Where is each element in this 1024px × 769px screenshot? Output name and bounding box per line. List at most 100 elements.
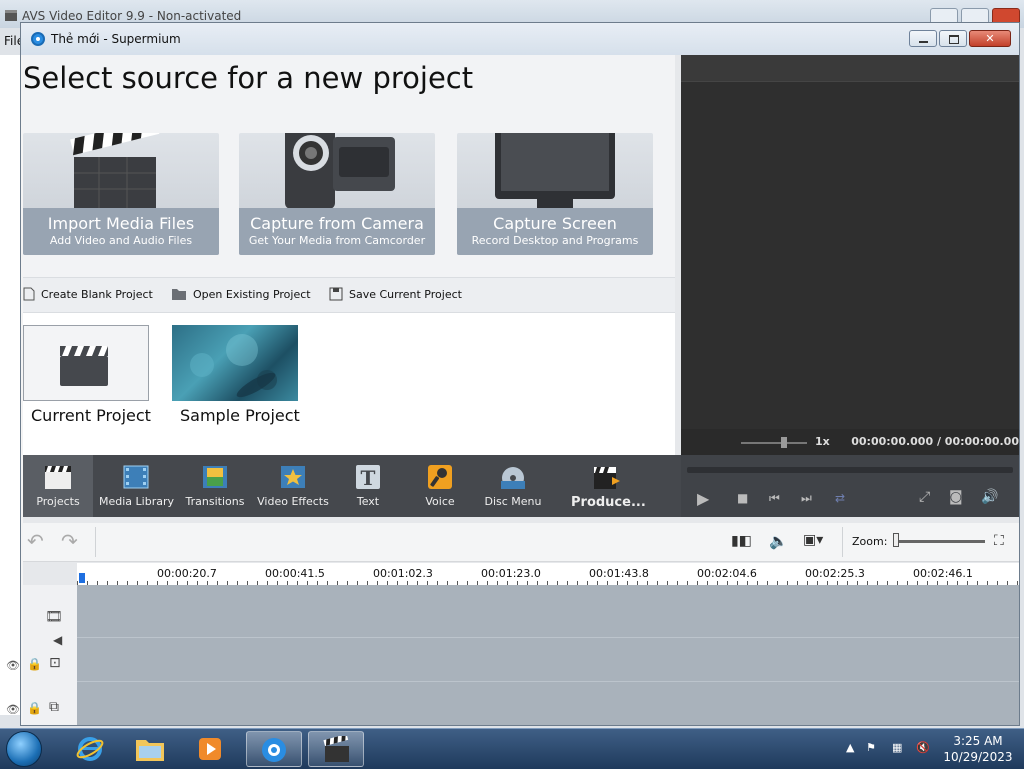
volume-muted-icon[interactable]: 🔇	[916, 741, 930, 754]
current-project-label[interactable]: Current Project	[31, 406, 151, 425]
play-icon[interactable]: ▶	[697, 489, 709, 508]
timeline-playhead[interactable]	[79, 573, 85, 583]
snapshot-camera-icon[interactable]: ◙	[949, 489, 963, 505]
timeline-tracks[interactable]	[77, 585, 1019, 725]
lock-icon[interactable]: 🔒	[27, 657, 42, 671]
browser-caption-buttons: ✕	[909, 30, 1011, 47]
browser-title: Thẻ mới - Supermium	[51, 32, 181, 46]
loop-icon[interactable]: ⇄	[835, 491, 845, 505]
speed-slider[interactable]	[741, 442, 807, 444]
audio-track-icon: ◀	[53, 633, 63, 647]
lock-icon[interactable]: 🔒	[27, 701, 42, 715]
fit-timeline-icon[interactable]: ⛶	[994, 533, 1004, 549]
start-button[interactable]	[6, 731, 42, 767]
capture-camera-card[interactable]: Capture from Camera Get Your Media from …	[239, 133, 435, 255]
stop-icon[interactable]: ■	[737, 491, 748, 505]
track-headers: 🎞 ◀ 🔒 ⊡ 🔒 ⧉	[23, 585, 77, 725]
player-controls: ▶ ■ ⏮ ⏭ ⇄ ⤢ ◙ 🔊	[681, 455, 1019, 517]
file-explorer-icon	[136, 740, 164, 761]
sample-project-label[interactable]: Sample Project	[180, 406, 300, 425]
playback-time: 00:00:00.000 / 00:00:00.00	[851, 435, 1019, 448]
storyboard-view-icon[interactable]: ▣▾	[803, 532, 823, 548]
action-center-icon[interactable]: ⚑	[866, 741, 876, 754]
effects-track-icon: ⊡	[49, 655, 61, 671]
maximize-button[interactable]	[939, 30, 967, 47]
tool-disc-menu[interactable]: Disc Menu	[479, 455, 547, 517]
open-existing-project-button[interactable]: Open Existing Project	[171, 287, 311, 301]
current-project-thumbnail[interactable]	[23, 325, 149, 401]
network-icon[interactable]: ▦	[892, 741, 902, 754]
import-media-card[interactable]: Import Media Files Add Video and Audio F…	[23, 133, 219, 255]
preview-status-bar: 1x 00:00:00.000 / 00:00:00.00	[681, 429, 1019, 455]
project-actions-bar: Create Blank Project Open Existing Proje…	[23, 277, 675, 313]
zoom-slider-thumb[interactable]	[893, 533, 899, 547]
avs-video-editor-icon	[323, 736, 349, 762]
star-effects-icon	[281, 466, 305, 488]
redo-icon[interactable]: ↷	[61, 529, 78, 553]
svg-text:T: T	[361, 466, 376, 490]
overlay-track-icon: ⧉	[49, 699, 59, 715]
playback-seek-bar[interactable]	[687, 467, 1013, 473]
sample-project-thumbnail[interactable]	[172, 325, 298, 401]
eye-icon[interactable]: 👁	[6, 659, 20, 672]
tool-produce[interactable]: Produce...	[571, 455, 646, 517]
tool-voice[interactable]: Voice	[411, 455, 469, 517]
previous-frame-icon[interactable]: ⏮	[769, 491, 780, 506]
taskbar-ie[interactable]	[62, 731, 118, 767]
tool-transitions[interactable]: Transitions	[181, 455, 249, 517]
recent-projects: Current Project Sample Project	[23, 313, 675, 455]
taskbar-avs-editor[interactable]	[308, 731, 364, 767]
eye-icon[interactable]: 👁	[6, 703, 20, 716]
media-player-icon	[199, 738, 221, 760]
taskbar-explorer[interactable]	[122, 731, 178, 767]
card-subtitle: Get Your Media from Camcorder	[248, 234, 426, 247]
supermium-logo-icon	[31, 32, 45, 46]
new-project-panel: Select source for a new project Import M…	[23, 55, 675, 455]
speed-slider-thumb[interactable]	[781, 437, 787, 448]
audio-mixer-icon[interactable]: 🔈	[769, 532, 788, 550]
timeline-toolbar: ↶ ↷ ▮◧ 🔈 ▣▾ Zoom: ⛶	[23, 523, 1019, 562]
tool-text[interactable]: T Text	[339, 455, 397, 517]
video-track-icon: 🎞	[45, 609, 63, 625]
volume-icon[interactable]: 🔊	[981, 489, 998, 505]
internet-explorer-icon	[76, 737, 104, 761]
underwater-scene-image	[190, 334, 277, 398]
produce-clapper-icon	[594, 467, 620, 489]
preview-pane: 1x 00:00:00.000 / 00:00:00.00	[681, 55, 1019, 455]
card-subtitle: Add Video and Audio Files	[49, 234, 193, 247]
text-icon: T	[356, 465, 380, 490]
card-title: Capture Screen	[493, 214, 617, 233]
capture-screen-card[interactable]: Capture Screen Record Desktop and Progra…	[457, 133, 653, 255]
clock-date: 10/29/2023	[943, 750, 1013, 764]
page-title: Select source for a new project	[23, 61, 474, 95]
timeline-ruler[interactable]: 00:00:20.7 00:00:41.5 00:01:02.3 00:01:2…	[77, 563, 1019, 586]
browser-titlebar: Thẻ mới - Supermium ✕	[21, 23, 1019, 55]
close-button[interactable]: ✕	[969, 30, 1011, 47]
microphone-icon	[428, 465, 452, 489]
minimize-button[interactable]	[909, 30, 937, 47]
taskbar: ▲ ⚑ ▦ 🔇 3:25 AM 10/29/2023	[0, 728, 1024, 769]
disc-menu-icon	[501, 467, 525, 489]
taskbar-media-player[interactable]	[182, 731, 238, 767]
create-blank-project-button[interactable]: Create Blank Project	[23, 287, 153, 301]
projects-icon	[45, 466, 71, 489]
undo-icon[interactable]: ↶	[27, 529, 44, 553]
detach-preview-icon[interactable]: ⤢	[919, 489, 930, 505]
camcorder-icon	[285, 133, 395, 209]
transitions-icon	[203, 466, 227, 488]
tray-overflow-icon[interactable]: ▲	[846, 741, 854, 754]
card-subtitle: Record Desktop and Programs	[471, 234, 639, 247]
save-current-project-button[interactable]: Save Current Project	[329, 287, 462, 301]
taskbar-supermium[interactable]	[246, 731, 302, 767]
zoom-slider[interactable]	[893, 540, 985, 543]
browser-window: Thẻ mới - Supermium ✕ Select source for …	[20, 22, 1020, 726]
next-frame-icon[interactable]: ⏭	[801, 491, 812, 506]
tool-projects[interactable]: Projects	[23, 455, 93, 517]
split-clip-icon[interactable]: ▮◧	[731, 533, 752, 549]
taskbar-clock[interactable]: 3:25 AM 10/29/2023	[938, 733, 1018, 765]
tool-media-library[interactable]: Media Library	[99, 455, 174, 517]
tool-video-effects[interactable]: Video Effects	[255, 455, 331, 517]
main-toolbar: Projects Media Library Transitions Video…	[23, 455, 1019, 517]
editor-content: Select source for a new project Import M…	[23, 55, 1019, 725]
card-title: Capture from Camera	[250, 214, 424, 233]
